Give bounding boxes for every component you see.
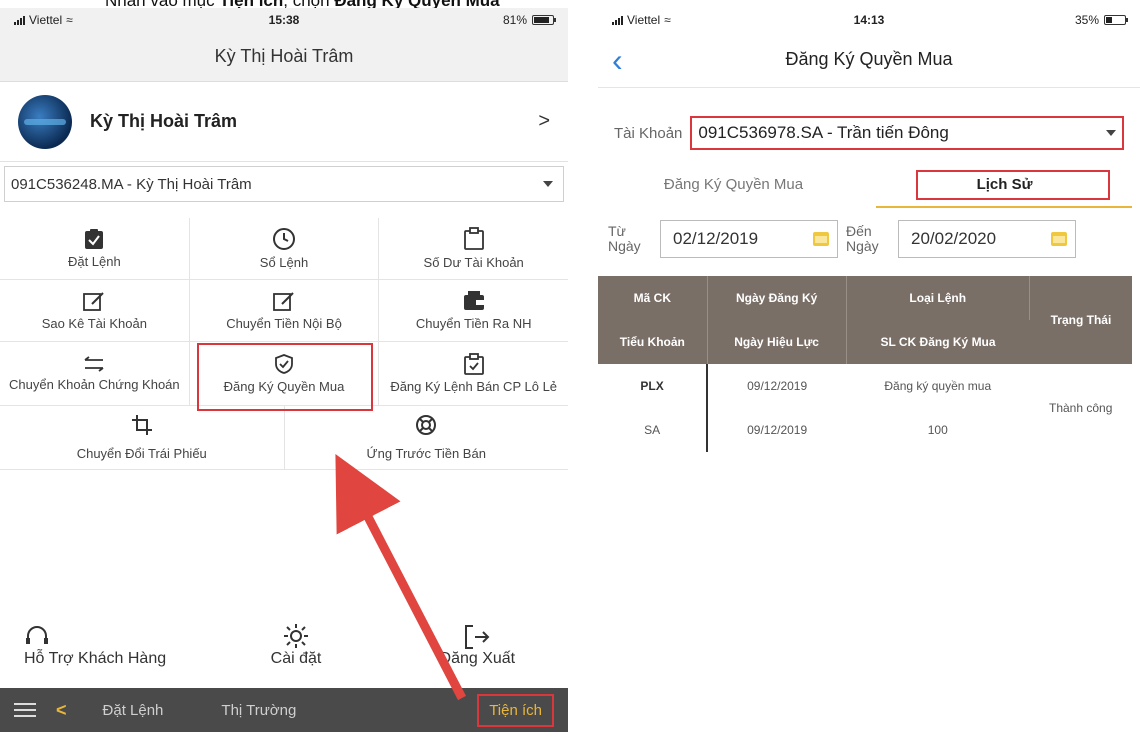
account-select[interactable]: 091C536248.MA - Kỳ Thị Hoài Trâm xyxy=(4,166,564,202)
settings-button[interactable]: Cài đặt xyxy=(205,598,386,678)
headset-icon xyxy=(26,626,48,644)
profile-name: Kỳ Thị Hoài Trâm xyxy=(90,111,238,131)
calendar-icon xyxy=(1051,232,1067,246)
profile-row[interactable]: Kỳ Thị Hoài Trâm > xyxy=(0,82,568,162)
account-select[interactable]: 091C536978.SA - Trần tiến Đông xyxy=(690,116,1124,150)
signal-icon xyxy=(612,15,623,25)
col-ngay-dang-ky: Ngày Đăng Ký xyxy=(707,276,847,320)
from-date-label: Từ Ngày xyxy=(608,222,641,254)
back-chevron-icon[interactable]: ‹ xyxy=(612,44,623,76)
to-date-input[interactable]: 20/02/2020 xyxy=(898,220,1076,258)
status-bar: Viettel ≈ 14:13 35% xyxy=(598,8,1140,32)
menu-chuyen-ra-nh[interactable]: Chuyển Tiền Ra NH xyxy=(379,280,568,341)
menu-chuyen-noi-bo[interactable]: Chuyển Tiền Nội Bộ xyxy=(190,280,380,341)
battery-icon xyxy=(1104,15,1128,25)
menu-sao-ke[interactable]: Sao Kê Tài Khoản xyxy=(0,280,190,341)
chevron-down-icon xyxy=(543,181,553,187)
carrier-name: Viettel xyxy=(29,13,63,27)
edit-icon xyxy=(273,291,294,311)
bottom-tab-bar: < Đặt Lệnh Thị Trường Tiện ích xyxy=(0,688,568,732)
utility-menu-grid: Đặt Lệnh Sổ Lệnh Số Dư Tài Khoản Sao Kê … xyxy=(0,218,568,470)
tab-group: Đăng Ký Quyền Mua Lịch Sử xyxy=(598,170,1140,208)
menu-ung-truoc-tien-ban[interactable]: Ứng Trước Tiền Bán xyxy=(285,406,569,469)
logout-icon xyxy=(465,625,490,649)
lifebuoy-icon xyxy=(416,414,437,435)
chevron-left-icon[interactable]: < xyxy=(56,700,67,721)
wallet-icon xyxy=(463,290,484,310)
tab-register[interactable]: Đăng Ký Quyền Mua xyxy=(598,176,869,206)
avatar xyxy=(18,94,72,149)
calendar-icon xyxy=(813,232,829,246)
tab-tien-ich[interactable]: Tiện ích xyxy=(477,693,554,727)
col-loai-lenh: Loại Lệnh xyxy=(846,276,1030,320)
right-phone-screen: Viettel ≈ 14:13 35% ‹ Đăng Ký Quyền Mua … xyxy=(598,8,1140,508)
menu-so-du[interactable]: Số Dư Tài Khoản xyxy=(379,218,568,279)
account-select-value: 091C536978.SA - Trần tiến Đông xyxy=(698,123,949,142)
account-label: Tài Khoản xyxy=(614,124,683,142)
col-ngay-hieu-luc: Ngày Hiệu Lực xyxy=(707,320,847,364)
nav-bar: ‹ Đăng Ký Quyền Mua xyxy=(598,32,1140,88)
clipboard-icon xyxy=(463,226,484,250)
clipboard-check-icon xyxy=(463,352,484,375)
menu-dat-lenh[interactable]: Đặt Lệnh xyxy=(0,218,190,279)
menu-chuyen-ck[interactable]: Chuyển Khoản Chứng Khoán xyxy=(0,342,190,405)
battery-icon xyxy=(532,15,556,25)
col-tieu-khoan: Tiểu Khoản xyxy=(598,320,708,364)
chevron-down-icon xyxy=(1106,130,1116,136)
account-select-value: 091C536248.MA - Kỳ Thị Hoài Trâm xyxy=(11,175,252,193)
active-tab-indicator xyxy=(876,206,1132,208)
logout-button[interactable]: Đăng Xuất xyxy=(387,598,568,678)
col-trang-thai: Trạng Thái xyxy=(1029,276,1132,364)
col-ma-ck: Mã CK xyxy=(598,276,708,320)
page-title: Đăng Ký Quyền Mua xyxy=(785,49,953,69)
menu-chuyen-doi-trai-phieu[interactable]: Chuyển Đổi Trái Phiếu xyxy=(0,406,285,469)
edit-icon xyxy=(83,291,105,311)
status-time: 15:38 xyxy=(268,13,300,27)
history-table: Mã CK Ngày Đăng Ký Loại Lệnh Trạng Thái … xyxy=(598,276,1132,452)
clipboard-check-icon xyxy=(85,228,104,249)
bottom-actions: Hỗ Trợ Khách Hàng Cài đặt Đăng Xuất xyxy=(0,598,568,678)
highlight-dang-ky-quyen-mua xyxy=(197,343,373,411)
battery-percent: 81% xyxy=(502,13,527,27)
carrier-name: Viettel xyxy=(627,13,661,27)
tab-thi-truong[interactable]: Thị Trường xyxy=(221,702,296,719)
from-date-input[interactable]: 02/12/2019 xyxy=(660,220,838,258)
hamburger-icon[interactable] xyxy=(14,703,36,717)
transfer-arrows-icon xyxy=(84,355,104,372)
battery-percent: 35% xyxy=(1074,13,1099,27)
date-range: Từ Ngày 02/12/2019 Đến Ngày 20/02/2020 xyxy=(598,220,1140,258)
signal-icon xyxy=(14,15,25,25)
col-sl-ck: SL CK Đăng Ký Mua xyxy=(846,320,1030,364)
wifi-icon: ≈ xyxy=(66,13,73,27)
support-button[interactable]: Hỗ Trợ Khách Hàng xyxy=(0,598,205,678)
menu-so-lenh[interactable]: Sổ Lệnh xyxy=(190,218,380,279)
status-value: Thành công xyxy=(1049,401,1113,415)
tab-dat-lenh[interactable]: Đặt Lệnh xyxy=(103,702,164,719)
left-phone-screen: Viettel ≈ 15:38 81% Kỳ Thị Hoài Trâm Kỳ … xyxy=(0,8,568,738)
status-bar: Viettel ≈ 15:38 81% xyxy=(0,8,568,32)
highlight-history-tab xyxy=(916,170,1110,200)
to-date-label: Đến Ngày xyxy=(846,222,879,254)
gear-icon xyxy=(283,624,308,648)
table-row[interactable]: PLX 09/12/2019 Đăng ký quyền mua Thành c… xyxy=(598,364,1132,415)
clock-icon xyxy=(273,227,295,250)
page-title: Kỳ Thị Hoài Trâm xyxy=(0,32,568,82)
status-time: 14:13 xyxy=(853,13,885,27)
wifi-icon: ≈ xyxy=(664,13,671,27)
crop-icon xyxy=(131,414,152,435)
chevron-right-icon: > xyxy=(538,110,550,132)
menu-dang-ky-lo-le[interactable]: Đăng Ký Lệnh Bán CP Lô Lẻ xyxy=(379,342,568,405)
